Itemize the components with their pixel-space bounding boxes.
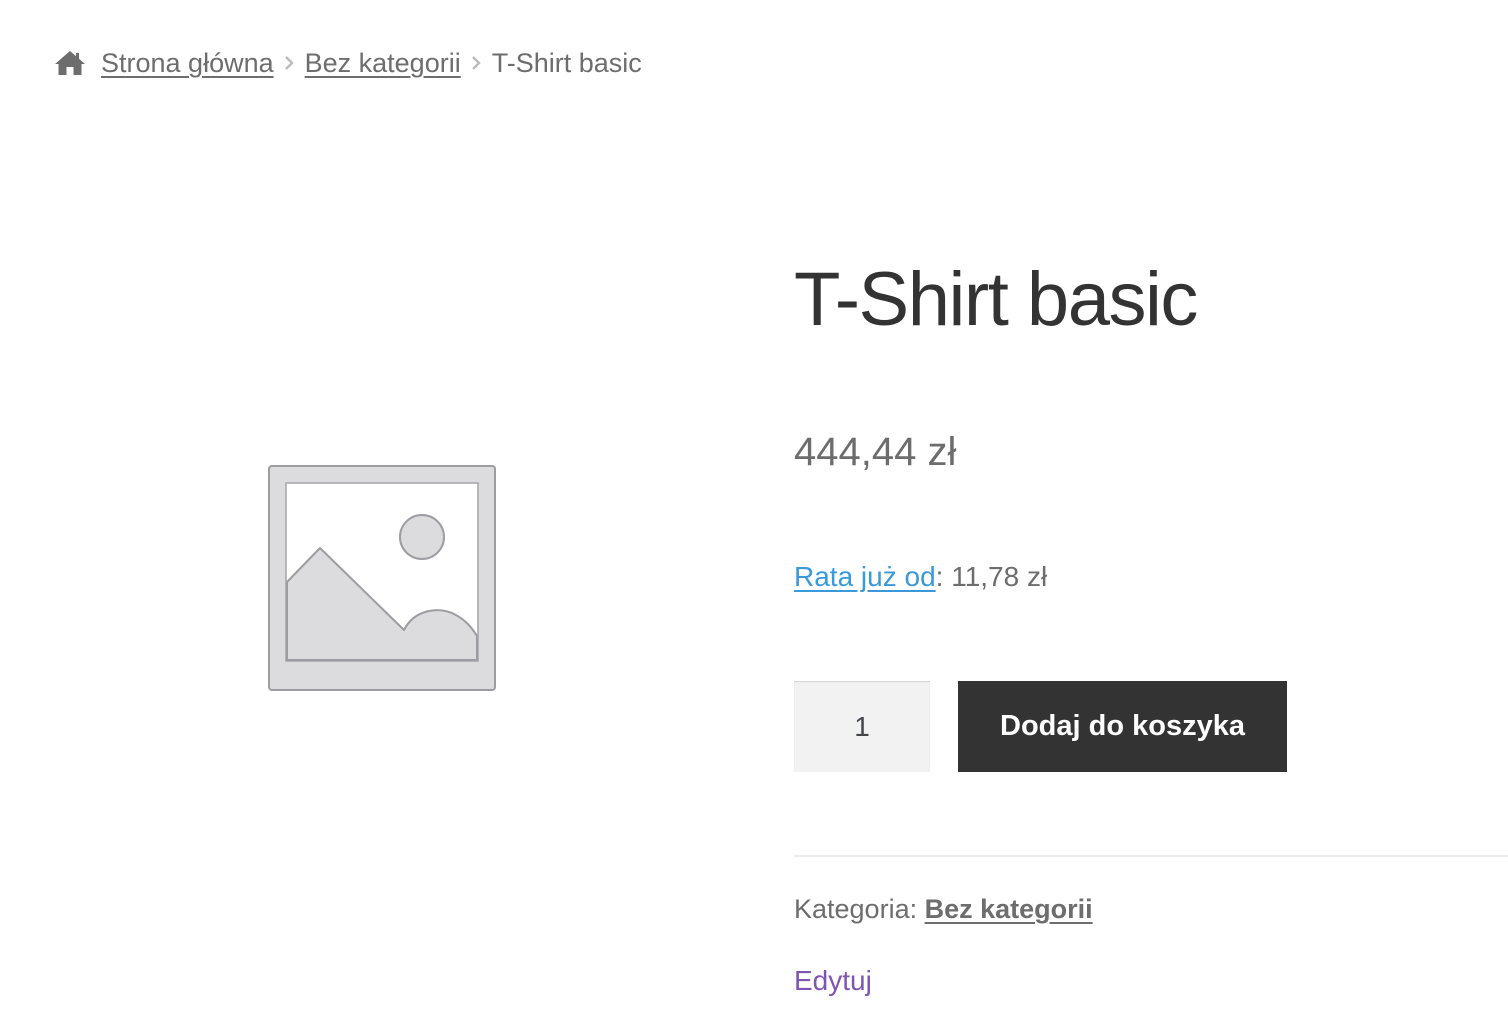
- home-icon: [54, 49, 86, 77]
- category-link[interactable]: Bez kategorii: [925, 894, 1093, 924]
- quantity-input[interactable]: [794, 681, 930, 772]
- product-price: 444,44 zł: [794, 430, 957, 474]
- product-title: T-Shirt basic: [794, 257, 1198, 342]
- installment-amount: 11,78 zł: [943, 561, 1048, 592]
- edit-link[interactable]: Edytuj: [794, 962, 872, 1000]
- product-meta: Kategoria: Bez kategorii: [794, 890, 1093, 928]
- breadcrumb-home-link[interactable]: Strona główna: [101, 48, 274, 79]
- breadcrumb: Strona główna Bez kategorii T-Shirt basi…: [54, 44, 642, 82]
- add-to-cart-form: Dodaj do koszyka: [794, 681, 1287, 772]
- image-placeholder-icon: [262, 458, 502, 698]
- installment-info: Rata już od: 11,78 zł: [794, 558, 1047, 596]
- installment-link[interactable]: Rata już od: [794, 561, 936, 592]
- chevron-right-icon: [274, 55, 305, 71]
- breadcrumb-current: T-Shirt basic: [491, 47, 642, 78]
- add-to-cart-button[interactable]: Dodaj do koszyka: [958, 681, 1287, 772]
- divider: [794, 855, 1508, 857]
- category-prefix: Kategoria:: [794, 894, 925, 924]
- breadcrumb-category-link[interactable]: Bez kategorii: [305, 48, 461, 79]
- chevron-right-icon: [461, 55, 492, 71]
- product-page: Strona główna Bez kategorii T-Shirt basi…: [0, 0, 1508, 1036]
